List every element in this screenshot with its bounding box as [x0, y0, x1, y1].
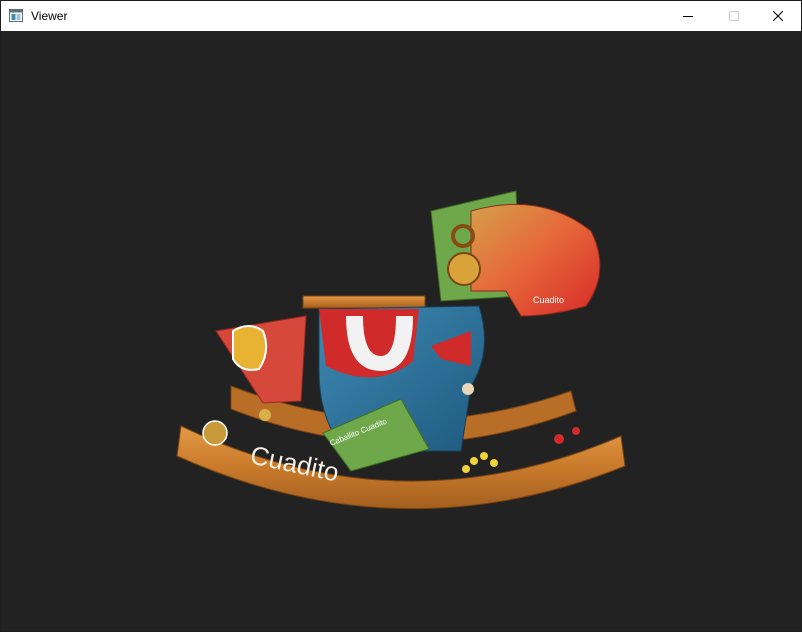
window-title: Viewer	[31, 9, 68, 23]
minimize-icon	[683, 16, 693, 17]
close-icon	[773, 11, 783, 21]
close-button[interactable]	[755, 1, 801, 31]
seat-plank	[302, 295, 426, 309]
maximize-icon	[729, 11, 739, 21]
render-viewport[interactable]: Cuadito Caballito Cuadito Cuadito	[1, 31, 801, 631]
app-window-icon	[9, 9, 23, 22]
head-label: Cuadito	[533, 295, 564, 305]
maximize-button[interactable]	[711, 1, 757, 31]
viewer-window: Viewer Cuadito Caballito Cuadito Cuadito	[0, 0, 802, 632]
rocking-horse-model: Cuadito Caballito Cuadito Cuadito	[176, 190, 626, 510]
title-bar[interactable]: Viewer	[1, 1, 801, 31]
minimize-button[interactable]	[665, 1, 711, 31]
